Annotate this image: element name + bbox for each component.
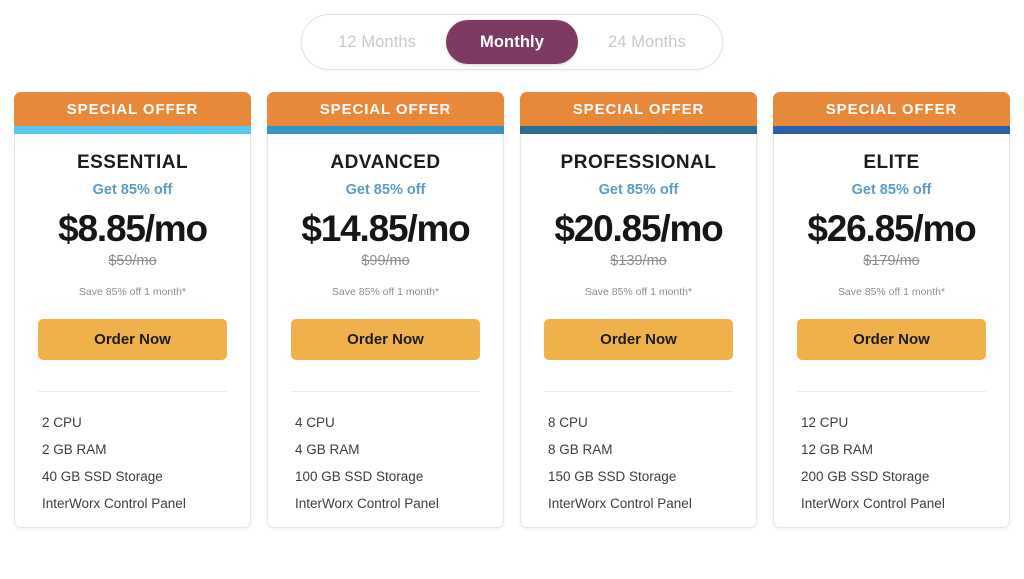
feature-item: InterWorx Control Panel <box>548 496 756 511</box>
plan-name: PROFESSIONAL <box>521 152 756 174</box>
billing-period-toggle[interactable]: 12 Months Monthly 24 Months <box>301 14 723 70</box>
pricing-card-body: PROFESSIONAL Get 85% off $20.85/mo $139/… <box>520 134 757 528</box>
plan-accent-bar <box>267 126 504 134</box>
order-now-button[interactable]: Order Now <box>38 319 227 360</box>
feature-item: 2 CPU <box>42 415 250 430</box>
order-now-button[interactable]: Order Now <box>291 319 480 360</box>
feature-item: 8 CPU <box>548 415 756 430</box>
toggle-option-monthly[interactable]: Monthly <box>446 20 578 64</box>
plan-discount-label: Get 85% off <box>268 182 503 198</box>
feature-item: InterWorx Control Panel <box>295 496 503 511</box>
feature-item: 150 GB SSD Storage <box>548 469 756 484</box>
card-divider <box>544 391 733 392</box>
plan-name: ELITE <box>774 152 1009 174</box>
plan-name: ESSENTIAL <box>15 152 250 174</box>
plan-original-price: $99/mo <box>268 253 503 269</box>
pricing-cards-container: SPECIAL OFFER ESSENTIAL Get 85% off $8.8… <box>0 92 1024 528</box>
pricing-card-elite: SPECIAL OFFER ELITE Get 85% off $26.85/m… <box>773 92 1010 528</box>
plan-save-note: Save 85% off 1 month* <box>268 286 503 298</box>
plan-original-price: $179/mo <box>774 253 1009 269</box>
feature-item: 8 GB RAM <box>548 442 756 457</box>
plan-accent-bar <box>520 126 757 134</box>
feature-item: 100 GB SSD Storage <box>295 469 503 484</box>
card-divider <box>291 391 480 392</box>
feature-item: 2 GB RAM <box>42 442 250 457</box>
plan-original-price: $59/mo <box>15 253 250 269</box>
plan-accent-bar <box>773 126 1010 134</box>
card-divider <box>797 391 986 392</box>
plan-price: $8.85/mo <box>15 208 250 250</box>
pricing-card-body: ADVANCED Get 85% off $14.85/mo $99/mo Sa… <box>267 134 504 528</box>
order-now-button[interactable]: Order Now <box>797 319 986 360</box>
plan-save-note: Save 85% off 1 month* <box>774 286 1009 298</box>
special-offer-banner: SPECIAL OFFER <box>773 92 1010 126</box>
feature-item: InterWorx Control Panel <box>801 496 1009 511</box>
feature-item: 4 CPU <box>295 415 503 430</box>
plan-save-note: Save 85% off 1 month* <box>521 286 756 298</box>
pricing-card-body: ELITE Get 85% off $26.85/mo $179/mo Save… <box>773 134 1010 528</box>
pricing-card-body: ESSENTIAL Get 85% off $8.85/mo $59/mo Sa… <box>14 134 251 528</box>
feature-item: 12 GB RAM <box>801 442 1009 457</box>
billing-toggle-container: 12 Months Monthly 24 Months <box>0 0 1024 70</box>
plan-name: ADVANCED <box>268 152 503 174</box>
special-offer-banner: SPECIAL OFFER <box>520 92 757 126</box>
feature-item: InterWorx Control Panel <box>42 496 250 511</box>
plan-price: $14.85/mo <box>268 208 503 250</box>
feature-item: 200 GB SSD Storage <box>801 469 1009 484</box>
feature-item: 4 GB RAM <box>295 442 503 457</box>
plan-accent-bar <box>14 126 251 134</box>
feature-item: 12 CPU <box>801 415 1009 430</box>
plan-features-list: 12 CPU 12 GB RAM 200 GB SSD Storage Inte… <box>774 415 1009 511</box>
plan-features-list: 8 CPU 8 GB RAM 150 GB SSD Storage InterW… <box>521 415 756 511</box>
plan-price: $26.85/mo <box>774 208 1009 250</box>
plan-features-list: 2 CPU 2 GB RAM 40 GB SSD Storage InterWo… <box>15 415 250 511</box>
plan-price: $20.85/mo <box>521 208 756 250</box>
plan-save-note: Save 85% off 1 month* <box>15 286 250 298</box>
order-now-button[interactable]: Order Now <box>544 319 733 360</box>
special-offer-banner: SPECIAL OFFER <box>14 92 251 126</box>
plan-features-list: 4 CPU 4 GB RAM 100 GB SSD Storage InterW… <box>268 415 503 511</box>
pricing-card-essential: SPECIAL OFFER ESSENTIAL Get 85% off $8.8… <box>14 92 251 528</box>
plan-discount-label: Get 85% off <box>774 182 1009 198</box>
plan-discount-label: Get 85% off <box>15 182 250 198</box>
plan-discount-label: Get 85% off <box>521 182 756 198</box>
pricing-card-advanced: SPECIAL OFFER ADVANCED Get 85% off $14.8… <box>267 92 504 528</box>
card-divider <box>38 391 227 392</box>
pricing-card-professional: SPECIAL OFFER PROFESSIONAL Get 85% off $… <box>520 92 757 528</box>
feature-item: 40 GB SSD Storage <box>42 469 250 484</box>
toggle-option-12-months[interactable]: 12 Months <box>308 20 446 64</box>
special-offer-banner: SPECIAL OFFER <box>267 92 504 126</box>
plan-original-price: $139/mo <box>521 253 756 269</box>
toggle-option-24-months[interactable]: 24 Months <box>578 20 716 64</box>
